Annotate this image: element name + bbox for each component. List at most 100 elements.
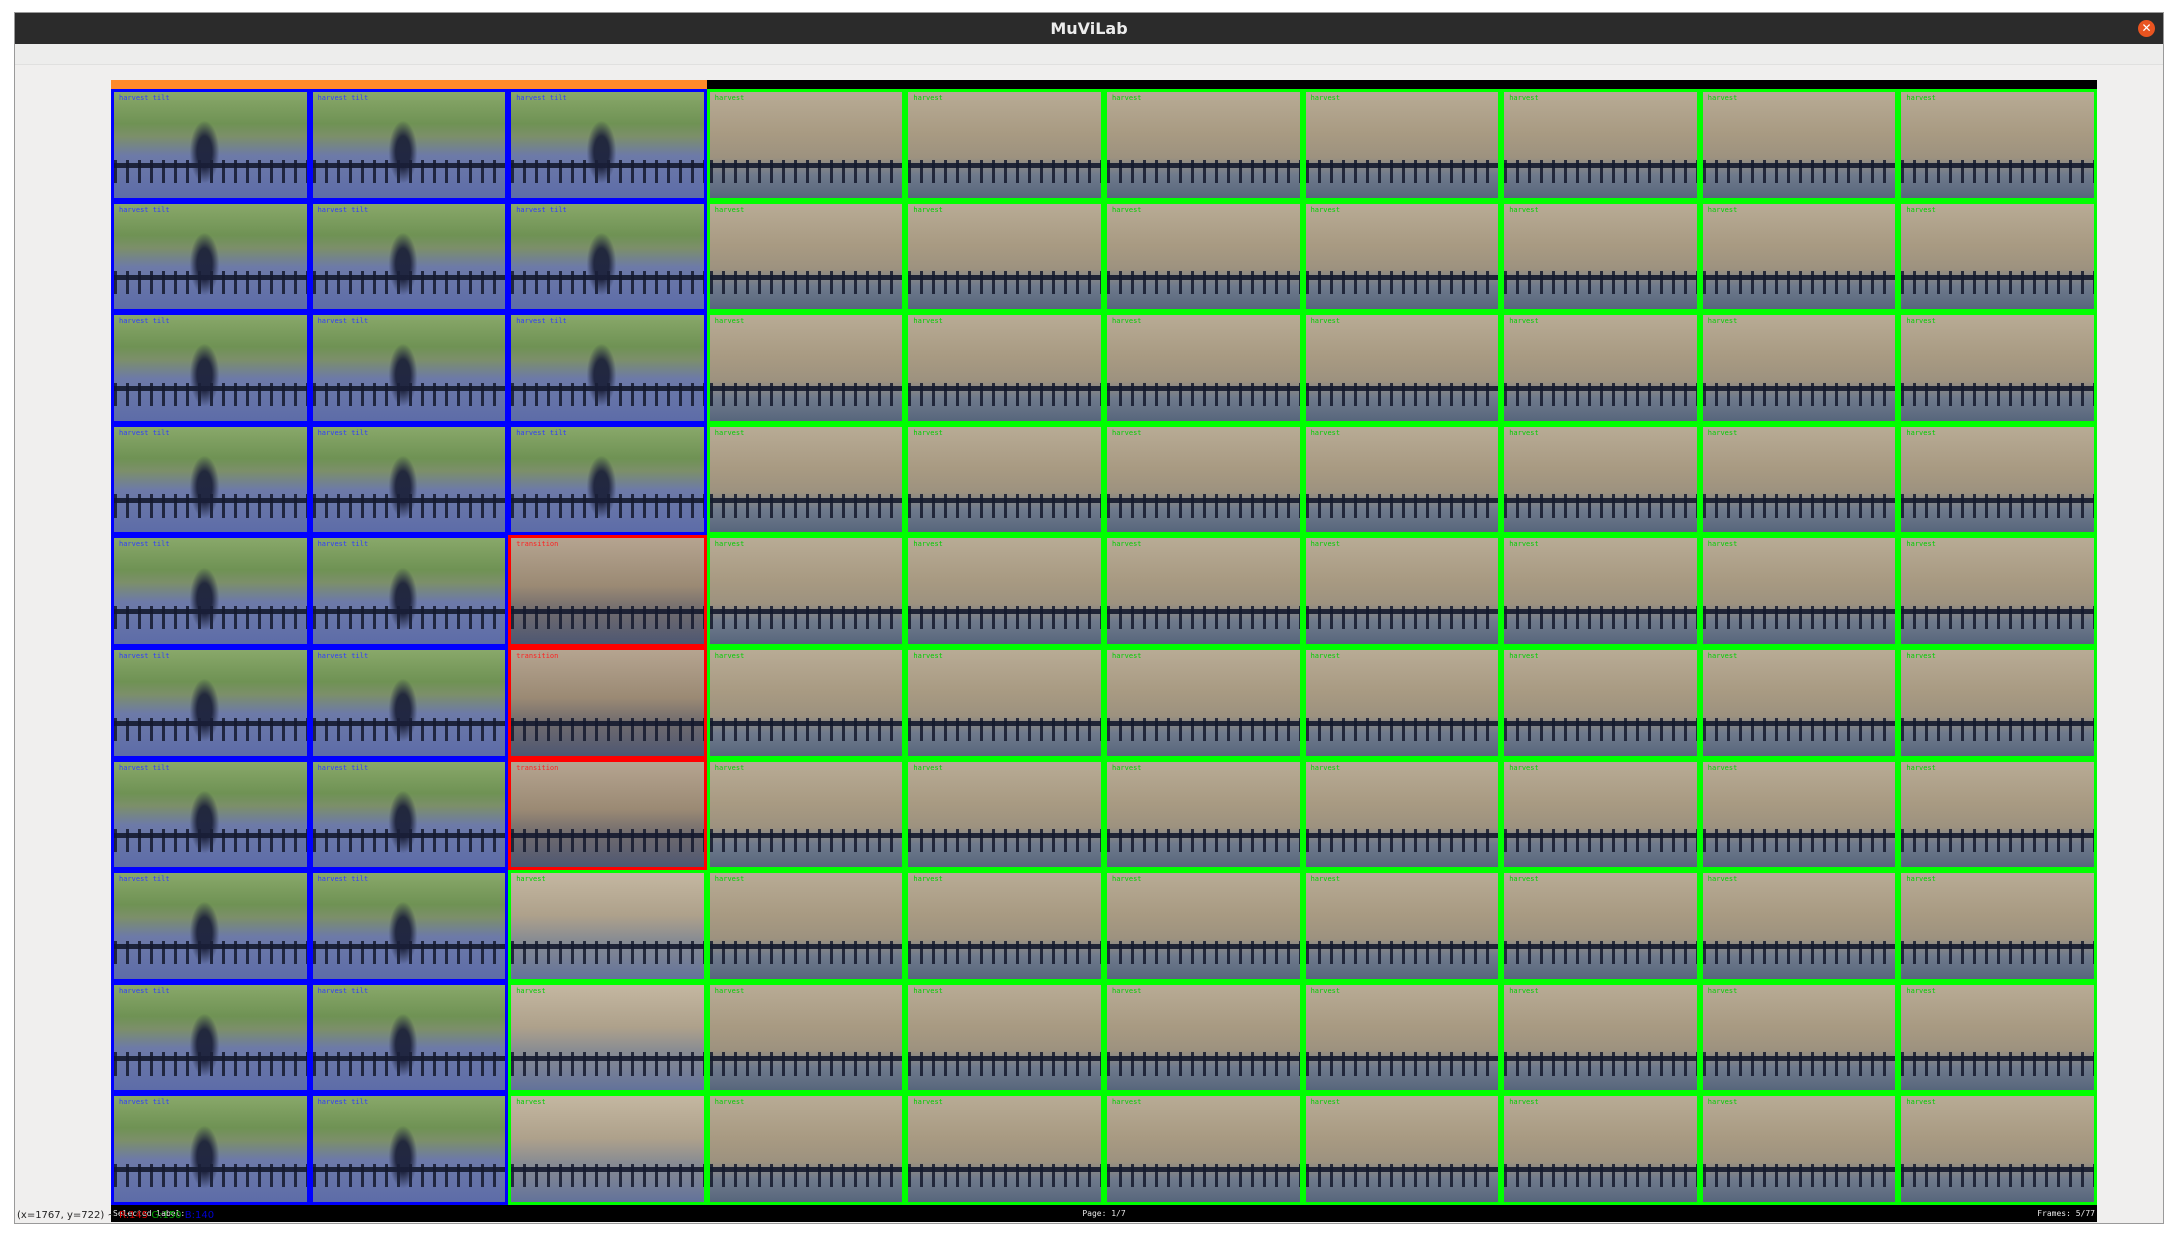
thumbnail-cell[interactable]: harvest: [905, 423, 1104, 536]
video-grid-canvas[interactable]: harvest tilt harvest tilt harvest tilt harv…: [111, 80, 2097, 1222]
thumbnail-cell[interactable]: harvest: [1699, 89, 1899, 201]
thumbnail-cell[interactable]: harvest: [1302, 535, 1502, 647]
thumbnail-cell[interactable]: harvest: [1898, 647, 2097, 759]
thumbnail-cell[interactable]: harvest: [1104, 312, 1303, 424]
thumbnail-cell[interactable]: harvest: [1699, 1093, 1899, 1205]
thumbnail-cell[interactable]: harvest: [1898, 200, 2097, 313]
thumbnail-cell[interactable]: harvest: [1104, 423, 1303, 536]
thumbnail-cell[interactable]: harvest: [1501, 89, 1700, 201]
thumbnail-cell[interactable]: harvest: [1898, 535, 2097, 647]
thumbnail-cell[interactable]: harvest tilt: [508, 89, 707, 201]
thumbnail-cell[interactable]: harvest: [1699, 200, 1899, 313]
thumbnail-cell[interactable]: harvest: [905, 89, 1104, 201]
thumbnail-cell[interactable]: harvest: [706, 312, 906, 424]
thumbnail-cell[interactable]: harvest: [1302, 1093, 1502, 1205]
thumbnail-cell[interactable]: harvest: [1898, 981, 2097, 1094]
thumbnail-cell[interactable]: harvest tilt: [111, 758, 310, 871]
thumbnail-cell[interactable]: harvest: [508, 870, 707, 982]
thumbnail-cell[interactable]: harvest: [1302, 647, 1502, 759]
thumbnail-cell[interactable]: harvest: [1104, 647, 1303, 759]
thumbnail-cell[interactable]: harvest tilt: [111, 312, 310, 424]
thumbnail-cell[interactable]: harvest: [905, 535, 1104, 647]
thumbnail-cell[interactable]: harvest tilt: [111, 981, 310, 1094]
thumbnail-cell[interactable]: harvest: [1104, 89, 1303, 201]
thumbnail-cell[interactable]: harvest tilt: [111, 647, 310, 759]
thumbnail-cell[interactable]: harvest: [905, 200, 1104, 313]
thumbnail-cell[interactable]: harvest tilt: [309, 647, 509, 759]
thumbnail-cell[interactable]: harvest: [508, 981, 707, 1094]
thumbnail-cell[interactable]: harvest tilt: [508, 200, 707, 313]
thumbnail-cell[interactable]: harvest: [706, 981, 906, 1094]
thumbnail-cell[interactable]: harvest tilt: [309, 1093, 509, 1205]
thumbnail-cell[interactable]: harvest: [1699, 647, 1899, 759]
thumbnail-cell[interactable]: harvest tilt: [309, 981, 509, 1094]
thumbnail-cell[interactable]: harvest: [905, 758, 1104, 871]
thumbnail-cell[interactable]: harvest: [1302, 200, 1502, 313]
thumbnail-cell[interactable]: harvest tilt: [309, 312, 509, 424]
thumbnail-cell[interactable]: harvest tilt: [309, 423, 509, 536]
thumbnail-cell[interactable]: harvest: [1501, 981, 1700, 1094]
thumbnail-cell[interactable]: harvest: [1501, 312, 1700, 424]
thumbnail-cell[interactable]: harvest tilt: [111, 89, 310, 201]
thumbnail-cell[interactable]: harvest: [1302, 981, 1502, 1094]
thumbnail-cell[interactable]: harvest: [1104, 758, 1303, 871]
thumbnail-cell[interactable]: harvest tilt: [111, 423, 310, 536]
thumbnail-cell[interactable]: harvest: [508, 1093, 707, 1205]
thumbnail-cell[interactable]: harvest: [905, 1093, 1104, 1205]
thumbnail-cell[interactable]: harvest: [1501, 870, 1700, 982]
thumbnail-cell[interactable]: harvest: [1302, 870, 1502, 982]
thumbnail-cell[interactable]: harvest tilt: [309, 535, 509, 647]
thumbnail-cell[interactable]: harvest: [1699, 758, 1899, 871]
thumbnail-cell[interactable]: harvest: [1104, 535, 1303, 647]
thumbnail-cell[interactable]: harvest: [706, 758, 906, 871]
thumbnail-cell[interactable]: harvest: [1898, 758, 2097, 871]
thumbnail-cell[interactable]: transition: [508, 535, 707, 647]
thumbnail-cell[interactable]: harvest: [905, 981, 1104, 1094]
thumbnail-cell[interactable]: harvest: [1104, 200, 1303, 313]
close-icon[interactable]: ✕: [2138, 20, 2155, 37]
thumbnail-cell[interactable]: harvest tilt: [111, 200, 310, 313]
thumbnail-cell[interactable]: transition: [508, 758, 707, 871]
thumbnail-cell[interactable]: transition: [508, 647, 707, 759]
thumbnail-cell[interactable]: harvest: [706, 423, 906, 536]
thumbnail-cell[interactable]: harvest: [1898, 423, 2097, 536]
thumbnail-cell[interactable]: harvest: [1104, 870, 1303, 982]
thumbnail-cell[interactable]: harvest: [1501, 1093, 1700, 1205]
thumbnail-cell[interactable]: harvest tilt: [111, 1093, 310, 1205]
thumbnail-cell[interactable]: harvest: [1302, 423, 1502, 536]
thumbnail-cell[interactable]: harvest: [1699, 312, 1899, 424]
thumbnail-cell[interactable]: harvest: [706, 1093, 906, 1205]
thumbnail-cell[interactable]: harvest: [1104, 981, 1303, 1094]
thumbnail-cell[interactable]: harvest: [1501, 647, 1700, 759]
thumbnail-cell[interactable]: harvest: [1898, 870, 2097, 982]
thumbnail-cell[interactable]: harvest tilt: [309, 758, 509, 871]
thumbnail-cell[interactable]: harvest tilt: [111, 535, 310, 647]
thumbnail-cell[interactable]: harvest: [706, 200, 906, 313]
thumbnail-cell[interactable]: harvest: [1302, 758, 1502, 871]
thumbnail-cell[interactable]: harvest: [1898, 1093, 2097, 1205]
thumbnail-cell[interactable]: harvest: [1898, 89, 2097, 201]
thumbnail-cell[interactable]: harvest: [1501, 200, 1700, 313]
thumbnail-cell[interactable]: harvest: [1302, 312, 1502, 424]
thumbnail-cell[interactable]: harvest tilt: [309, 200, 509, 313]
thumbnail-cell[interactable]: harvest: [905, 647, 1104, 759]
thumbnail-cell[interactable]: harvest: [1699, 535, 1899, 647]
thumbnail-cell[interactable]: harvest: [1898, 312, 2097, 424]
thumbnail-cell[interactable]: harvest: [1104, 1093, 1303, 1205]
thumbnail-cell[interactable]: harvest: [1302, 89, 1502, 201]
thumbnail-cell[interactable]: harvest: [1699, 981, 1899, 1094]
thumbnail-cell[interactable]: harvest tilt: [508, 312, 707, 424]
thumbnail-cell[interactable]: harvest tilt: [508, 423, 707, 536]
thumbnail-cell[interactable]: harvest: [706, 870, 906, 982]
thumbnail-cell[interactable]: harvest: [1501, 758, 1700, 871]
thumbnail-cell[interactable]: harvest: [1699, 423, 1899, 536]
thumbnail-cell[interactable]: harvest tilt: [309, 89, 509, 201]
thumbnail-cell[interactable]: harvest tilt: [309, 870, 509, 982]
thumbnail-cell[interactable]: harvest tilt: [111, 870, 310, 982]
thumbnail-cell[interactable]: harvest: [1501, 535, 1700, 647]
thumbnail-cell[interactable]: harvest: [706, 89, 906, 201]
thumbnail-cell[interactable]: harvest: [1501, 423, 1700, 536]
thumbnail-cell[interactable]: harvest: [905, 870, 1104, 982]
thumbnail-cell[interactable]: harvest: [706, 535, 906, 647]
thumbnail-cell[interactable]: harvest: [905, 312, 1104, 424]
